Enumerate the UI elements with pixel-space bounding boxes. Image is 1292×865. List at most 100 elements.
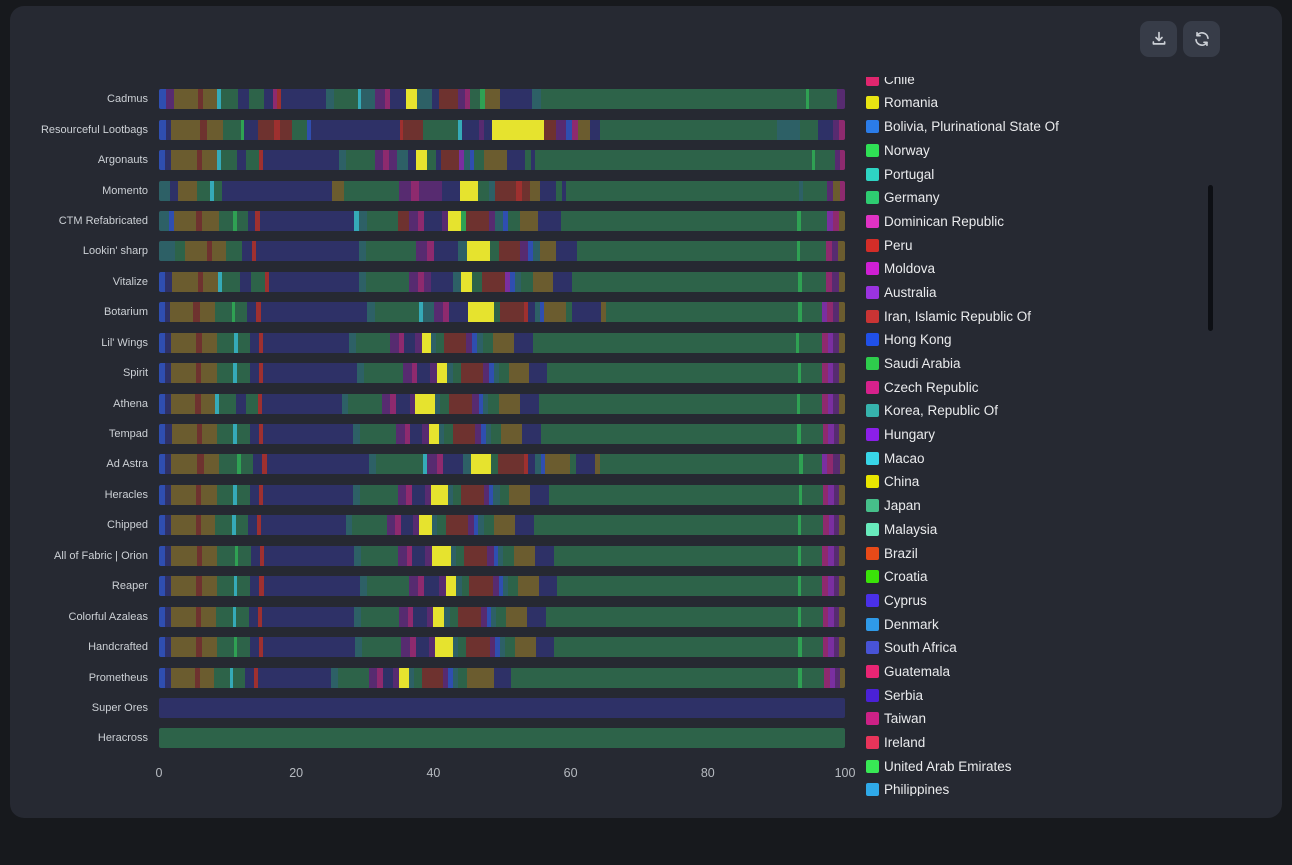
bar-segment[interactable] <box>250 576 259 596</box>
legend-item[interactable]: Croatia <box>866 565 1196 589</box>
legend-item[interactable]: United Arab Emirates <box>866 754 1196 778</box>
bar-segment[interactable] <box>460 181 478 201</box>
bar-segment[interactable] <box>415 394 435 414</box>
bar-segment[interactable] <box>258 120 274 140</box>
bar-segment[interactable] <box>494 668 511 688</box>
bar-segment[interactable] <box>214 668 230 688</box>
legend-item[interactable]: Serbia <box>866 683 1196 707</box>
bar-segment[interactable] <box>409 211 418 231</box>
bar-segment[interactable] <box>413 607 426 627</box>
legend-item[interactable]: Guatemala <box>866 660 1196 684</box>
bar-segment[interactable] <box>406 89 417 109</box>
stacked-bar[interactable] <box>159 181 845 201</box>
bar-segment[interactable] <box>348 394 381 414</box>
bar-segment[interactable] <box>484 120 492 140</box>
bar-segment[interactable] <box>515 637 536 657</box>
bar-segment[interactable] <box>263 333 349 353</box>
bar-segment[interactable] <box>492 120 544 140</box>
bar-segment[interactable] <box>334 89 358 109</box>
bar-segment[interactable] <box>444 424 452 444</box>
bar-segment[interactable] <box>250 333 258 353</box>
bar-segment[interactable] <box>159 89 166 109</box>
bar-segment[interactable] <box>538 211 560 231</box>
bar-segment[interactable] <box>472 272 482 292</box>
bar-segment[interactable] <box>346 150 375 170</box>
bar-segment[interactable] <box>520 211 538 231</box>
bar-segment[interactable] <box>424 211 442 231</box>
bar-segment[interactable] <box>839 363 845 383</box>
bar-segment[interactable] <box>539 394 797 414</box>
legend-item[interactable]: Brazil <box>866 541 1196 565</box>
bar-segment[interactable] <box>185 241 207 261</box>
bar-segment[interactable] <box>484 515 494 535</box>
bar-segment[interactable] <box>500 89 533 109</box>
bar-segment[interactable] <box>399 668 410 688</box>
bar-segment[interactable] <box>172 424 197 444</box>
bar-segment[interactable] <box>536 637 554 657</box>
bar-segment[interactable] <box>815 150 834 170</box>
bar-segment[interactable] <box>801 546 822 566</box>
bar-segment[interactable] <box>215 515 232 535</box>
bar-segment[interactable] <box>207 120 223 140</box>
bar-segment[interactable] <box>449 394 473 414</box>
bar-segment[interactable] <box>246 150 258 170</box>
bar-segment[interactable] <box>429 424 440 444</box>
bar-segment[interactable] <box>344 181 399 201</box>
bar-segment[interactable] <box>495 211 503 231</box>
bar-segment[interactable] <box>417 89 432 109</box>
bar-segment[interactable] <box>263 485 353 505</box>
bar-segment[interactable] <box>202 333 217 353</box>
bar-segment[interactable] <box>264 546 354 566</box>
bar-segment[interactable] <box>801 424 823 444</box>
bar-segment[interactable] <box>416 150 428 170</box>
bar-segment[interactable] <box>237 424 250 444</box>
legend-item[interactable]: Saudi Arabia <box>866 352 1196 376</box>
bar-segment[interactable] <box>262 607 353 627</box>
bar-segment[interactable] <box>467 668 494 688</box>
bar-segment[interactable] <box>159 211 169 231</box>
bar-segment[interactable] <box>214 181 222 201</box>
bar-segment[interactable] <box>250 424 259 444</box>
bar-segment[interactable] <box>203 89 217 109</box>
bar-segment[interactable] <box>557 576 798 596</box>
bar-segment[interactable] <box>449 302 468 322</box>
bar-segment[interactable] <box>238 89 249 109</box>
bar-segment[interactable] <box>226 241 242 261</box>
bar-segment[interactable] <box>458 668 467 688</box>
bar-segment[interactable] <box>233 668 245 688</box>
bar-segment[interactable] <box>553 272 572 292</box>
bar-segment[interactable] <box>223 120 241 140</box>
bar-segment[interactable] <box>433 607 444 627</box>
bar-segment[interactable] <box>236 607 249 627</box>
bar-segment[interactable] <box>503 546 513 566</box>
bar-segment[interactable] <box>159 698 845 718</box>
bar-segment[interactable] <box>439 576 446 596</box>
legend-item[interactable]: Hong Kong <box>866 328 1196 352</box>
bar-segment[interactable] <box>466 211 490 231</box>
bar-segment[interactable] <box>544 120 556 140</box>
bar-segment[interactable] <box>172 272 198 292</box>
bar-segment[interactable] <box>470 89 480 109</box>
bar-segment[interactable] <box>217 637 234 657</box>
bar-segment[interactable] <box>338 668 370 688</box>
bar-segment[interactable] <box>171 546 197 566</box>
bar-segment[interactable] <box>367 576 409 596</box>
bar-segment[interactable] <box>250 637 259 657</box>
stacked-bar[interactable] <box>159 546 845 566</box>
stacked-bar[interactable] <box>159 485 845 505</box>
bar-segment[interactable] <box>170 181 178 201</box>
bar-segment[interactable] <box>799 333 821 353</box>
bar-segment[interactable] <box>839 546 845 566</box>
bar-segment[interactable] <box>237 211 248 231</box>
legend-item[interactable]: Japan <box>866 494 1196 518</box>
legend-item[interactable]: Malaysia <box>866 517 1196 541</box>
bar-segment[interactable] <box>311 120 400 140</box>
stacked-bar[interactable] <box>159 515 845 535</box>
bar-segment[interactable] <box>258 668 332 688</box>
bar-segment[interactable] <box>500 302 525 322</box>
stacked-bar[interactable] <box>159 637 845 657</box>
bar-segment[interactable] <box>490 241 499 261</box>
bar-segment[interactable] <box>530 485 549 505</box>
bar-segment[interactable] <box>249 89 264 109</box>
bar-segment[interactable] <box>496 607 506 627</box>
